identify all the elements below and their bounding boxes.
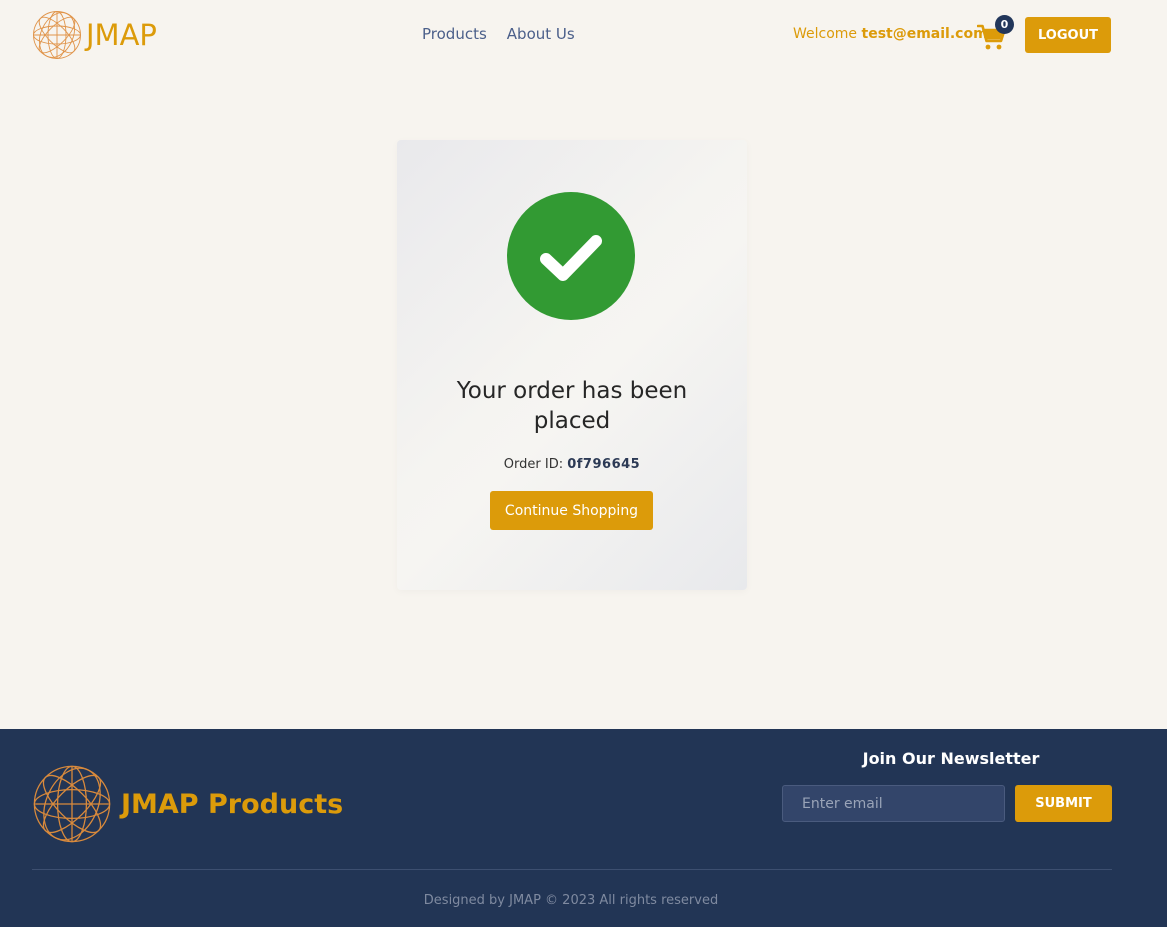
newsletter-email-input[interactable] [782,785,1005,822]
brand-logo[interactable]: JMAP [32,10,157,60]
nav-link-about-us[interactable]: About Us [507,25,575,43]
cart-count-badge: 0 [995,15,1014,34]
user-email: test@email.com [861,26,988,42]
newsletter-submit-button[interactable]: SUBMIT [1015,785,1112,822]
welcome-message: Welcome test@email.com [793,26,988,42]
success-badge [507,192,635,320]
globe-logo-icon [33,765,111,843]
order-confirmation-card: Your order has been placed Order ID: 0f7… [397,140,747,590]
copyright-text: Designed by JMAP © 2023 All rights reser… [423,893,719,908]
order-id-value: 0f796645 [567,457,641,472]
check-circle-icon [540,235,602,281]
footer-brand-name: JMAP Products [121,788,344,820]
welcome-prefix: Welcome [793,26,858,42]
order-id: Order ID: 0f796645 [397,457,747,472]
site-footer: JMAP Products Join Our Newsletter SUBMIT… [0,729,1167,927]
nav-link-products[interactable]: Products [422,25,487,43]
brand-name: JMAP [86,18,157,52]
footer-brand-logo[interactable]: JMAP Products [32,764,343,844]
site-header: JMAP Products About Us Welcome test@emai… [0,0,1167,70]
main-nav: Products About Us [422,25,575,43]
order-id-label: Order ID: [503,457,564,472]
globe-logo-icon [33,11,81,59]
order-confirmation-title: Your order has been placed [456,378,688,434]
continue-shopping-button[interactable]: Continue Shopping [490,491,653,530]
newsletter-title: Join Our Newsletter [862,749,1040,768]
cart-button[interactable]: 0 [977,15,1014,52]
logout-button[interactable]: LOGOUT [1025,17,1111,53]
footer-divider [32,869,1112,870]
